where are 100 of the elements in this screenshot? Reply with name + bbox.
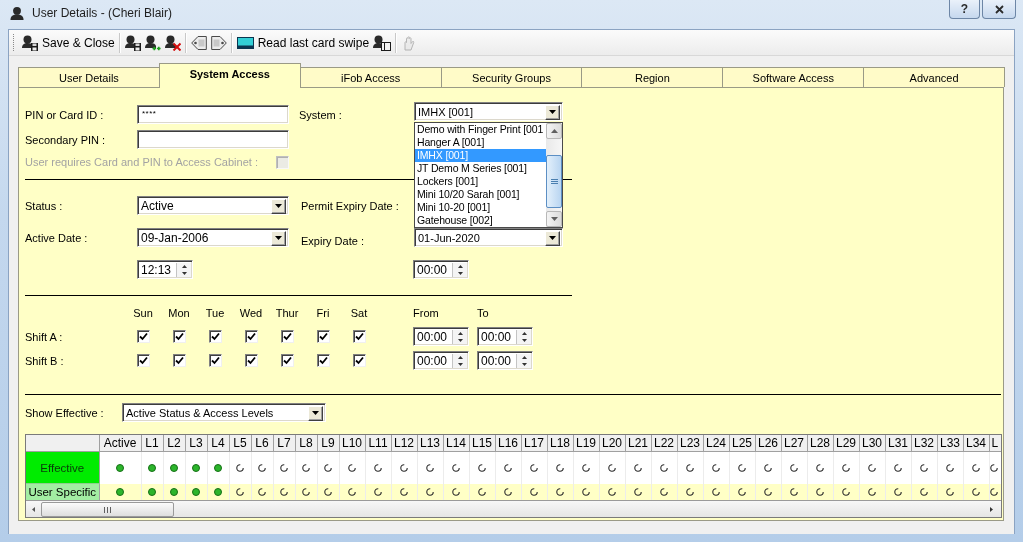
field-label: PIN or Card ID :: [25, 108, 105, 121]
dropdown-button[interactable]: [308, 405, 323, 421]
column-header: L20: [599, 435, 625, 452]
column-header: L18: [547, 435, 573, 452]
spin-buttons[interactable]: [516, 330, 531, 344]
day-checkbox[interactable]: [208, 330, 222, 343]
scroll-up-button[interactable]: [546, 123, 562, 139]
scrollbar-thumb[interactable]: [41, 502, 174, 517]
spin-buttons[interactable]: [452, 263, 467, 277]
column-header: L3: [185, 435, 207, 452]
close-button[interactable]: [982, 0, 1016, 19]
tab[interactable]: iFob Access: [299, 67, 442, 87]
person-cross-icon: [164, 34, 181, 51]
show-effective-dropdown[interactable]: Active Status & Access Levels: [122, 403, 326, 422]
day-checkbox[interactable]: [280, 354, 294, 367]
horizontal-scrollbar[interactable]: [26, 500, 1001, 517]
date-dropdown[interactable]: 09-Jan-2006: [137, 228, 289, 247]
scroll-right-icon[interactable]: [990, 507, 993, 512]
date-dropdown[interactable]: 01-Jun-2020: [414, 228, 563, 247]
column-header: L13: [417, 435, 443, 452]
day-checkbox[interactable]: [172, 354, 186, 367]
spin-up-icon: [457, 332, 463, 335]
pin-field[interactable]: ****: [137, 105, 289, 124]
vertical-scrollbar[interactable]: [546, 123, 562, 227]
card-icon: [236, 36, 254, 49]
field-label: Status :: [25, 199, 64, 212]
tab[interactable]: Advanced: [863, 67, 1005, 87]
tag-right-icon: [210, 34, 227, 51]
spin-down-icon: [521, 339, 527, 342]
field-label: Permit Expiry Date :: [301, 199, 400, 212]
tab[interactable]: Software Access: [722, 67, 865, 87]
column-header: L15: [469, 435, 495, 452]
grip-icon: [550, 178, 558, 185]
dropdown-option[interactable]: Hanger A [001]: [415, 136, 546, 149]
dropdown-option[interactable]: Mini 10-20 [001]: [415, 201, 546, 214]
system-dropdown[interactable]: IMHX [001]: [414, 102, 563, 121]
field-label: Active Date :: [25, 231, 89, 244]
scroll-down-button[interactable]: [546, 211, 562, 227]
column-header: L28: [807, 435, 833, 452]
day-checkbox[interactable]: [352, 330, 366, 343]
secondary-pin-field[interactable]: [137, 130, 289, 149]
day-header: Thur: [274, 307, 300, 319]
dropdown-button[interactable]: [271, 198, 286, 214]
grip-icon: [104, 506, 111, 513]
day-checkbox[interactable]: [244, 354, 258, 367]
column-header: L29: [833, 435, 859, 452]
spin-buttons[interactable]: [452, 354, 467, 368]
time-spinner[interactable]: 00:00: [413, 327, 469, 346]
caret-icon: [549, 236, 556, 240]
column-header: L24: [703, 435, 729, 452]
save-close-button[interactable]: Save & Close: [20, 31, 117, 54]
spin-buttons[interactable]: [516, 354, 531, 368]
dropdown-option[interactable]: JT Demo M Series [001]: [415, 162, 546, 175]
day-checkbox[interactable]: [316, 330, 330, 343]
help-button[interactable]: ?: [949, 0, 980, 19]
spin-buttons[interactable]: [452, 330, 467, 344]
dropdown-option[interactable]: Gatehouse [002]: [415, 214, 546, 227]
read-card-button[interactable]: Read last card swipe: [234, 31, 372, 54]
tick-icon: [246, 356, 256, 365]
spin-up-icon: [457, 265, 463, 268]
dropdown-button[interactable]: [545, 104, 560, 120]
day-checkbox[interactable]: [136, 330, 150, 343]
column-header: L5: [229, 435, 251, 452]
day-checkbox[interactable]: [208, 354, 222, 367]
time-spinner[interactable]: 00:00: [413, 351, 469, 370]
tab[interactable]: System Access: [158, 63, 301, 88]
close-icon: [994, 4, 1004, 14]
column-header: L21: [625, 435, 651, 452]
dropdown-option[interactable]: Demo with Finger Print [001: [415, 123, 546, 136]
dropdown-option[interactable]: Mini 10/20 Sarah [001]: [415, 188, 546, 201]
dropdown-button[interactable]: [545, 230, 560, 246]
column-header: L6: [251, 435, 273, 452]
person-card-icon: [373, 34, 392, 51]
spin-up-icon: [521, 356, 527, 359]
tick-icon: [174, 332, 184, 341]
dropdown-option[interactable]: Lockers [001]: [415, 175, 546, 188]
day-checkbox[interactable]: [244, 330, 258, 343]
tab[interactable]: Region: [581, 67, 724, 87]
tab[interactable]: User Details: [18, 67, 160, 87]
column-header: L25: [729, 435, 755, 452]
column-header: L11: [365, 435, 391, 452]
tick-icon: [282, 332, 292, 341]
status-dropdown[interactable]: Active: [137, 196, 289, 215]
day-checkbox[interactable]: [316, 354, 330, 367]
scrollbar-thumb[interactable]: [546, 155, 562, 208]
checkbox-label: User requires Card and PIN to Access Cabinet :: [25, 156, 259, 168]
day-checkbox[interactable]: [136, 354, 150, 367]
time-spinner[interactable]: 12:13: [137, 260, 193, 279]
tab[interactable]: Security Groups: [440, 67, 583, 87]
day-checkbox[interactable]: [172, 330, 186, 343]
day-checkbox[interactable]: [352, 354, 366, 367]
column-header: L27: [781, 435, 807, 452]
day-checkbox[interactable]: [280, 330, 294, 343]
spin-up-icon: [181, 265, 187, 268]
time-spinner[interactable]: 00:00: [413, 260, 469, 279]
time-spinner[interactable]: 00:00: [477, 351, 533, 370]
dropdown-button[interactable]: [271, 230, 286, 246]
time-spinner[interactable]: 00:00: [477, 327, 533, 346]
scroll-left-icon[interactable]: [32, 507, 35, 512]
spin-buttons[interactable]: [176, 263, 191, 277]
